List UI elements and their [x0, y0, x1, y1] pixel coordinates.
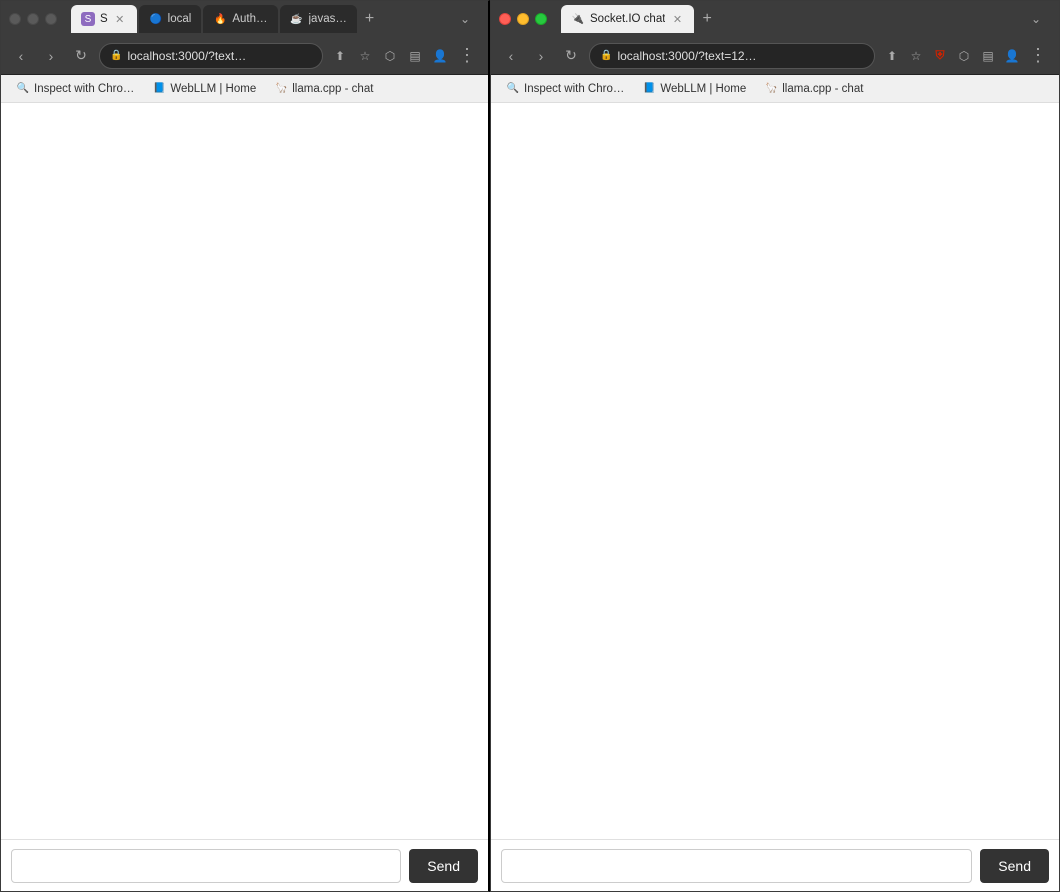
left-browser-window: S S ✕ 🔵 local 🔥 Auth… ☕ javas… + ⌄ ‹ › ↻: [0, 0, 490, 892]
left-tab-auth-label: Auth…: [232, 13, 267, 25]
left-chat-messages: [1, 103, 488, 839]
left-forward-button[interactable]: ›: [39, 44, 63, 68]
right-bookmarks-bar: 🔍 Inspect with Chro… 📘 WebLLM | Home 🦙 l…: [491, 75, 1059, 103]
left-bookmark-llama-label: llama.cpp - chat: [292, 83, 373, 95]
right-send-button[interactable]: Send: [980, 849, 1049, 883]
left-send-button[interactable]: Send: [409, 849, 478, 883]
left-profile-button[interactable]: 👤: [429, 45, 451, 67]
left-page-content: Send: [1, 103, 488, 891]
left-tab-local-label: local: [168, 13, 192, 25]
left-bookmark-webllm-label: WebLLM | Home: [170, 83, 256, 95]
right-bookmark-webllm-favicon: 📘: [642, 82, 656, 96]
right-reload-button[interactable]: ↻: [559, 44, 583, 68]
right-chat-input[interactable]: [501, 849, 972, 883]
right-tab-socketio-label: Socket.IO chat: [590, 13, 665, 25]
left-reload-button[interactable]: ↻: [69, 44, 93, 68]
right-bookmark-inspect[interactable]: 🔍 Inspect with Chro…: [501, 80, 629, 98]
left-tab-java-favicon: ☕: [290, 12, 304, 26]
left-tab-auth-favicon: 🔥: [213, 12, 227, 26]
right-bookmark-llama-favicon: 🦙: [764, 82, 778, 96]
left-tab-s-favicon: S: [81, 12, 95, 26]
left-tab-java-label: javas…: [309, 13, 347, 25]
left-url-bar[interactable]: 🔒 localhost:3000/?text…: [99, 43, 323, 69]
right-sidebar-button[interactable]: ▤: [977, 45, 999, 67]
left-bookmark-llama[interactable]: 🦙 llama.cpp - chat: [269, 80, 378, 98]
left-chat-input-area: Send: [1, 839, 488, 891]
right-tab-socketio-favicon: 🔌: [571, 12, 585, 26]
right-bookmark-webllm[interactable]: 📘 WebLLM | Home: [637, 80, 751, 98]
right-bookmark-llama-label: llama.cpp - chat: [782, 83, 863, 95]
right-extensions-button[interactable]: ⬡: [953, 45, 975, 67]
left-tab-bar: S S ✕ 🔵 local 🔥 Auth… ☕ javas… + ⌄: [67, 1, 480, 37]
right-forward-button[interactable]: ›: [529, 44, 553, 68]
left-maximize-button[interactable]: [45, 13, 57, 25]
right-url-actions: ⬆ ☆ ⛨ ⬡ ▤ 👤 ⋮: [881, 45, 1051, 67]
right-title-bar: 🔌 Socket.IO chat ✕ + ⌄: [491, 1, 1059, 37]
left-back-button[interactable]: ‹: [9, 44, 33, 68]
left-bookmark-inspect[interactable]: 🔍 Inspect with Chro…: [11, 80, 139, 98]
left-tab-auth[interactable]: 🔥 Auth…: [203, 5, 277, 33]
left-traffic-lights: [9, 13, 57, 25]
right-url-text: localhost:3000/?text=12…: [617, 49, 864, 63]
left-tab-local-favicon: 🔵: [149, 12, 163, 26]
right-share-button[interactable]: ⬆: [881, 45, 903, 67]
right-tab-socketio[interactable]: 🔌 Socket.IO chat ✕: [561, 5, 694, 33]
right-tab-socketio-close[interactable]: ✕: [670, 12, 684, 26]
right-traffic-lights: [499, 13, 547, 25]
right-maximize-button[interactable]: [535, 13, 547, 25]
right-url-bar[interactable]: 🔒 localhost:3000/?text=12…: [589, 43, 875, 69]
left-title-bar: S S ✕ 🔵 local 🔥 Auth… ☕ javas… + ⌄: [1, 1, 488, 37]
left-share-button[interactable]: ⬆: [329, 45, 351, 67]
right-bookmark-webllm-label: WebLLM | Home: [660, 83, 746, 95]
right-bookmark-inspect-label: Inspect with Chro…: [524, 83, 624, 95]
left-bookmark-llama-favicon: 🦙: [274, 82, 288, 96]
left-url-lock-icon: 🔒: [110, 50, 122, 61]
right-profile-button[interactable]: 👤: [1001, 45, 1023, 67]
left-url-text: localhost:3000/?text…: [127, 49, 312, 63]
left-bookmarks-bar: 🔍 Inspect with Chro… 📘 WebLLM | Home 🦙 l…: [1, 75, 488, 103]
right-chat-input-area: Send: [491, 839, 1059, 891]
left-bookmark-inspect-label: Inspect with Chro…: [34, 83, 134, 95]
right-ublock-button[interactable]: ⛨: [929, 45, 951, 67]
right-back-button[interactable]: ‹: [499, 44, 523, 68]
right-bookmark-inspect-favicon: 🔍: [506, 82, 520, 96]
left-tab-local[interactable]: 🔵 local: [139, 5, 202, 33]
right-tab-bar: 🔌 Socket.IO chat ✕ + ⌄: [557, 1, 1051, 37]
left-menu-button[interactable]: ⋮: [454, 45, 480, 66]
left-chat-input[interactable]: [11, 849, 401, 883]
left-tab-s-label: S: [100, 13, 108, 25]
left-sidebar-button[interactable]: ▤: [404, 45, 426, 67]
right-minimize-button[interactable]: [517, 13, 529, 25]
right-close-button[interactable]: [499, 13, 511, 25]
left-bookmark-webllm-favicon: 📘: [152, 82, 166, 96]
left-add-tab-button[interactable]: +: [359, 5, 380, 33]
right-browser-window: 🔌 Socket.IO chat ✕ + ⌄ ‹ › ↻ 🔒 localhost…: [490, 0, 1060, 892]
right-add-tab-button[interactable]: +: [696, 5, 717, 33]
right-menu-button[interactable]: ⋮: [1025, 45, 1051, 66]
right-chat-messages: [491, 103, 1059, 839]
left-bookmark-webllm[interactable]: 📘 WebLLM | Home: [147, 80, 261, 98]
right-url-lock-icon: 🔒: [600, 50, 612, 61]
left-url-actions: ⬆ ☆ ⬡ ▤ 👤 ⋮: [329, 45, 480, 67]
left-bookmark-button[interactable]: ☆: [354, 45, 376, 67]
left-bookmark-inspect-favicon: 🔍: [16, 82, 30, 96]
left-extensions-button[interactable]: ⬡: [379, 45, 401, 67]
right-bookmark-button[interactable]: ☆: [905, 45, 927, 67]
left-minimize-button[interactable]: [27, 13, 39, 25]
right-address-bar: ‹ › ↻ 🔒 localhost:3000/?text=12… ⬆ ☆ ⛨ ⬡…: [491, 37, 1059, 75]
right-tab-overflow-button[interactable]: ⌄: [1025, 5, 1047, 33]
left-tab-java[interactable]: ☕ javas…: [280, 5, 357, 33]
left-tab-overflow-button[interactable]: ⌄: [454, 5, 476, 33]
right-page-content: Send: [491, 103, 1059, 891]
left-tab-s[interactable]: S S ✕: [71, 5, 137, 33]
left-tab-s-close[interactable]: ✕: [113, 12, 127, 26]
right-bookmark-llama[interactable]: 🦙 llama.cpp - chat: [759, 80, 868, 98]
left-address-bar: ‹ › ↻ 🔒 localhost:3000/?text… ⬆ ☆ ⬡ ▤ 👤 …: [1, 37, 488, 75]
left-close-button[interactable]: [9, 13, 21, 25]
